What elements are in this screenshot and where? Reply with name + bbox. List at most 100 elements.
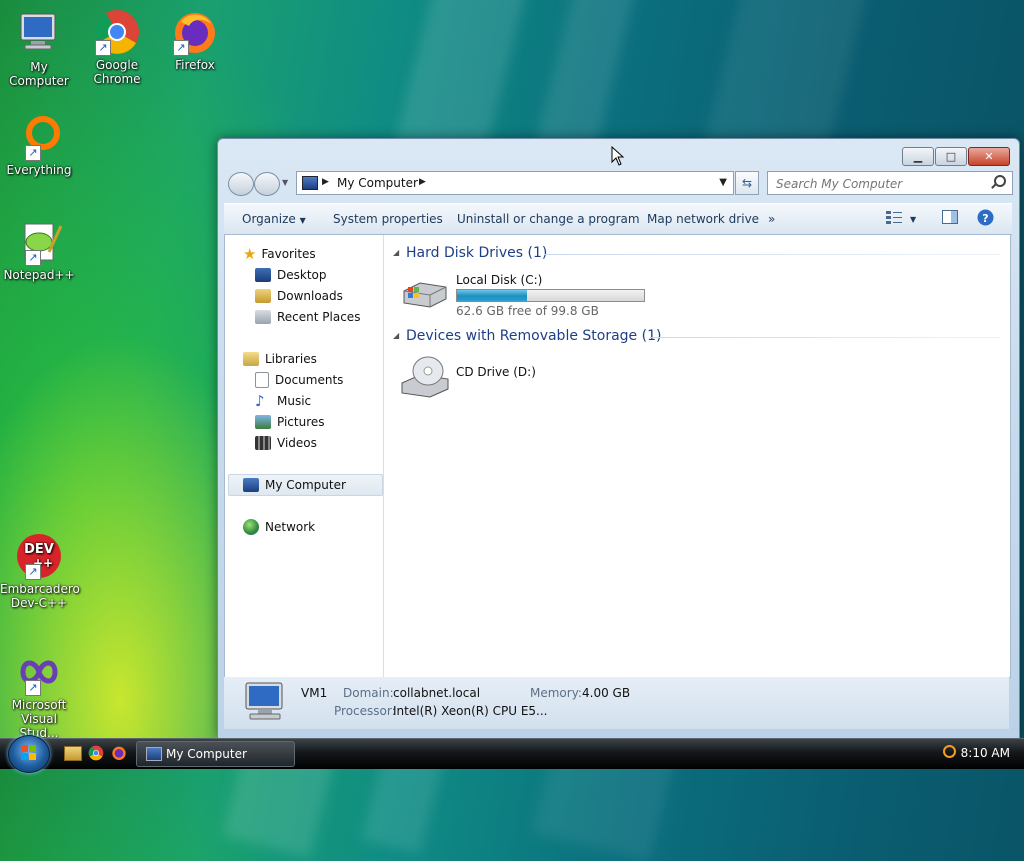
group-divider <box>650 337 1000 338</box>
nav-music[interactable]: ♪ Music <box>255 391 311 411</box>
shortcut-arrow-icon: ↗ <box>173 40 189 56</box>
search-icon[interactable] <box>994 175 1006 187</box>
desktop-icon-notepad-plus-plus[interactable]: ↗ Notepad++ <box>0 218 78 282</box>
nav-network[interactable]: Network <box>243 517 315 537</box>
quick-launch-firefox[interactable] <box>111 745 127 764</box>
desktop-icon-label: Firefox <box>175 58 215 72</box>
nav-pictures[interactable]: Pictures <box>255 412 325 432</box>
desktop-icon-my-computer[interactable]: My Computer <box>0 10 78 88</box>
preview-pane-button[interactable] <box>942 210 958 227</box>
views-button[interactable] <box>886 210 902 227</box>
views-dropdown-icon[interactable]: ▼ <box>910 215 916 224</box>
desktop-icon-everything[interactable]: ↗ Everything <box>0 113 78 177</box>
computer-name: VM1 <box>301 686 328 700</box>
visual-studio-icon: ↗ <box>15 648 63 696</box>
dev-cpp-icon: DEV ++ ↗ <box>15 532 63 580</box>
nav-my-computer[interactable]: My Computer <box>243 475 346 495</box>
desktop-icon-dev-cpp[interactable]: DEV ++ ↗ Embarcadero Dev-C++ <box>0 532 80 610</box>
memory-label: Memory: <box>530 686 582 700</box>
desktop-icon-label: Notepad++ <box>3 268 75 282</box>
taskbar-button-label: My Computer <box>166 747 247 761</box>
nav-label: Documents <box>275 373 344 387</box>
windows-logo-icon <box>21 745 36 760</box>
command-toolbar: Organize ▼ System properties Uninstall o… <box>224 203 1012 235</box>
help-button[interactable]: ? <box>977 209 994 229</box>
address-location[interactable]: My Computer <box>337 176 418 190</box>
navigation-bar: ▼ ▶ My Computer ▶ ▼ ⇆ <box>226 171 1013 196</box>
help-icon: ? <box>977 209 994 226</box>
organize-button[interactable]: Organize ▼ <box>242 212 306 226</box>
drive-item-cd-drive[interactable]: CD Drive (D:) <box>394 355 594 403</box>
tray-search-icon[interactable] <box>943 745 956 758</box>
notepad-plus-plus-icon: ↗ <box>15 218 63 266</box>
shortcut-arrow-icon: ↗ <box>25 564 41 580</box>
title-bar-controls: ▁ □ ✕ <box>902 147 1010 166</box>
back-button[interactable] <box>228 172 254 196</box>
desktop-icon-label: My Computer <box>9 60 69 88</box>
group-header-hard-disk-drives[interactable]: Hard Disk Drives (1) <box>406 245 547 261</box>
desktop-icon-label: Google Chrome <box>93 58 141 86</box>
mouse-cursor-icon <box>611 146 625 166</box>
drive-free-space: 62.6 GB free of 99.8 GB <box>456 304 599 318</box>
cd-drive-icon <box>401 356 449 398</box>
nav-desktop[interactable]: Desktop <box>255 265 327 285</box>
group-collapse-icon[interactable]: ◢ <box>393 331 399 340</box>
system-clock[interactable]: 8:10 AM <box>961 746 1010 760</box>
minimize-button[interactable]: ▁ <box>902 147 934 166</box>
nav-libraries[interactable]: Libraries <box>243 349 317 369</box>
music-note-icon: ♪ <box>255 392 265 410</box>
nav-recent-places[interactable]: Recent Places <box>255 307 360 327</box>
search-input[interactable] <box>774 176 988 192</box>
videos-icon <box>255 436 271 450</box>
drive-name: Local Disk (C:) <box>456 273 543 287</box>
desktop-icon-label: Microsoft Visual Stud... <box>11 698 67 740</box>
desktop-icon-firefox[interactable]: ↗ Firefox <box>156 8 234 72</box>
computer-icon <box>245 682 283 720</box>
nav-downloads[interactable]: Downloads <box>255 286 343 306</box>
desktop-icon-google-chrome[interactable]: ↗ Google Chrome <box>78 8 156 86</box>
desktop-icon-visual-studio[interactable]: ↗ Microsoft Visual Stud... <box>0 648 78 740</box>
system-properties-button[interactable]: System properties <box>333 212 443 226</box>
quick-launch-explorer[interactable] <box>64 746 82 761</box>
address-dropdown-icon[interactable]: ▼ <box>719 177 727 188</box>
breadcrumb-arrow-icon[interactable]: ▶ <box>322 177 329 187</box>
address-bar[interactable]: ▶ My Computer ▶ ▼ <box>296 171 734 195</box>
nav-videos[interactable]: Videos <box>255 433 317 453</box>
start-button[interactable] <box>8 735 50 773</box>
nav-documents[interactable]: Documents <box>255 370 343 390</box>
shortcut-arrow-icon: ↗ <box>25 680 41 696</box>
firefox-icon <box>112 746 126 760</box>
nav-favorites[interactable]: ★ Favorites <box>243 244 316 264</box>
quick-launch-chrome[interactable] <box>88 745 104 764</box>
shortcut-arrow-icon: ↗ <box>25 145 41 161</box>
shortcut-arrow-icon: ↗ <box>95 40 111 56</box>
drive-item-local-disk[interactable]: Local Disk (C:) 62.6 GB free of 99.8 GB <box>394 271 654 318</box>
computer-icon <box>302 176 318 190</box>
memory-value: 4.00 GB <box>582 686 631 700</box>
search-box[interactable] <box>767 171 1013 195</box>
group-divider <box>544 254 1000 255</box>
recent-pages-chevron-icon[interactable]: ▼ <box>282 178 288 187</box>
drive-name: CD Drive (D:) <box>456 365 536 379</box>
documents-icon <box>255 372 269 388</box>
computer-icon <box>146 747 162 761</box>
explorer-window[interactable]: ▁ □ ✕ ▼ ▶ My Computer ▶ ▼ ⇆ Organize ▼ S… <box>217 138 1020 739</box>
everything-icon: ↗ <box>15 113 63 161</box>
group-collapse-icon[interactable]: ◢ <box>393 248 399 257</box>
more-commands-button[interactable]: » <box>768 212 775 226</box>
breadcrumb-arrow-icon[interactable]: ▶ <box>419 177 426 187</box>
forward-button[interactable] <box>254 172 280 196</box>
close-button[interactable]: ✕ <box>968 147 1010 166</box>
svg-text:?: ? <box>982 212 988 225</box>
uninstall-program-button[interactable]: Uninstall or change a program <box>457 212 640 226</box>
taskbar: My Computer 8:10 AM <box>0 735 1024 773</box>
file-list-pane: ◢ Hard Disk Drives (1) Local Disk (C:) 6… <box>384 235 1010 677</box>
chrome-icon <box>88 745 104 761</box>
maximize-button[interactable]: □ <box>935 147 967 166</box>
group-header-removable-storage[interactable]: Devices with Removable Storage (1) <box>406 328 661 344</box>
preview-pane-icon <box>942 210 958 224</box>
map-network-drive-button[interactable]: Map network drive <box>647 212 759 226</box>
star-icon: ★ <box>243 245 257 263</box>
refresh-button[interactable]: ⇆ <box>735 171 759 195</box>
taskbar-button-my-computer[interactable]: My Computer <box>136 741 295 767</box>
